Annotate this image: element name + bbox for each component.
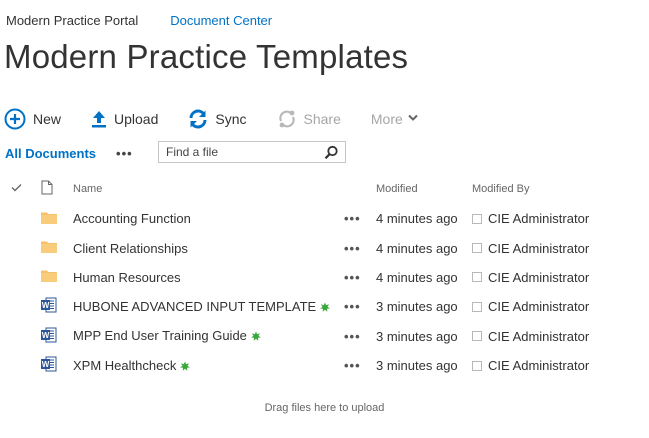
new-button[interactable]: New	[4, 108, 61, 130]
site-link[interactable]: Modern Practice Portal	[6, 13, 138, 28]
file-name-link[interactable]: Human Resources	[73, 270, 181, 285]
row-name-cell: HUBONE ADVANCED INPUT TEMPLATE	[73, 299, 331, 315]
view-bar: All Documents •••	[5, 141, 346, 163]
presence-icon	[472, 272, 482, 283]
breadcrumb: Modern Practice Portal Document Center	[6, 13, 272, 28]
search-box	[158, 141, 346, 163]
row-more-button[interactable]: •••	[344, 211, 361, 226]
row-modified-by-cell: CIE Administrator	[472, 299, 589, 314]
folder-icon	[41, 240, 57, 256]
list-rows: Accounting Function ••• 4 minutes ago CIE A…	[0, 204, 649, 380]
view-options-button[interactable]: •••	[116, 146, 133, 161]
svg-text:W: W	[42, 360, 50, 369]
word-document-icon: W	[41, 356, 57, 375]
file-name-link[interactable]: Client Relationships	[73, 241, 188, 256]
sync-label: Sync	[215, 111, 247, 127]
word-document-icon: W	[41, 327, 57, 346]
row-name-cell: Human Resources	[73, 270, 181, 285]
row-more-button[interactable]: •••	[344, 358, 361, 373]
row-modified: 4 minutes ago	[376, 211, 458, 227]
presence-icon	[472, 301, 482, 312]
svg-text:W: W	[42, 301, 50, 310]
row-name-cell: Client Relationships	[73, 241, 188, 256]
new-item-icon	[250, 329, 261, 344]
more-button[interactable]: More	[371, 111, 418, 127]
file-name-link[interactable]: Accounting Function	[73, 211, 191, 226]
presence-icon	[472, 331, 482, 342]
upload-icon	[91, 109, 107, 129]
row-modified: 3 minutes ago	[376, 358, 458, 374]
sync-button[interactable]: Sync	[188, 109, 247, 129]
table-row[interactable]: W XPM Healthcheck ••• 3 minutes ago CIE Admi…	[0, 351, 649, 380]
folder-icon	[41, 269, 57, 285]
row-modified-by[interactable]: CIE Administrator	[488, 329, 589, 344]
row-modified-by[interactable]: CIE Administrator	[488, 241, 589, 256]
more-label: More	[370, 111, 403, 127]
row-more-button[interactable]: •••	[344, 329, 361, 344]
file-name-link[interactable]: MPP End User Training Guide	[73, 328, 247, 343]
file-type-header-icon[interactable]	[41, 180, 53, 198]
file-name-link[interactable]: HUBONE ADVANCED INPUT TEMPLATE	[73, 299, 316, 314]
row-modified-by-cell: CIE Administrator	[472, 270, 589, 285]
row-modified-by[interactable]: CIE Administrator	[488, 270, 589, 285]
row-modified-by[interactable]: CIE Administrator	[488, 299, 589, 314]
sync-icon	[188, 109, 208, 129]
row-name-cell: Accounting Function	[73, 211, 191, 226]
presence-icon	[472, 213, 482, 224]
table-row[interactable]: Client Relationships ••• 4 minutes ago CIE …	[0, 233, 649, 262]
upload-button[interactable]: Upload	[91, 109, 158, 129]
presence-icon	[472, 360, 482, 371]
page-title: Modern Practice Templates	[4, 38, 409, 75]
plus-circle-icon	[4, 108, 26, 130]
row-modified-by-cell: CIE Administrator	[472, 358, 589, 373]
command-bar: New Upload Sync Share More	[4, 106, 448, 132]
search-icon[interactable]	[324, 145, 339, 163]
column-header-name[interactable]: Name	[73, 183, 102, 195]
row-modified: 4 minutes ago	[376, 240, 458, 256]
select-all-checkmark-icon[interactable]	[11, 183, 22, 195]
drop-zone-hint: Drag files here to upload	[264, 402, 385, 414]
file-name-link[interactable]: XPM Healthcheck	[73, 358, 176, 373]
upload-label: Upload	[114, 111, 159, 127]
share-label: Share	[303, 111, 341, 127]
view-selector-all-documents[interactable]: All Documents	[5, 146, 96, 161]
row-modified-by-cell: CIE Administrator	[472, 241, 589, 256]
row-modified-by[interactable]: CIE Administrator	[488, 211, 589, 226]
row-name-cell: XPM Healthcheck	[73, 358, 191, 374]
table-row[interactable]: W HUBONE ADVANCED INPUT TEMPLATE ••• 3 minu…	[0, 292, 649, 321]
row-more-button[interactable]: •••	[344, 270, 361, 285]
column-header-modified[interactable]: Modified	[376, 183, 418, 195]
row-more-button[interactable]: •••	[344, 299, 361, 314]
new-item-icon	[320, 300, 331, 315]
folder-icon	[41, 211, 57, 227]
presence-icon	[472, 243, 482, 254]
column-header-modified-by[interactable]: Modified By	[472, 183, 529, 195]
search-input[interactable]	[166, 145, 316, 159]
row-name-cell: MPP End User Training Guide	[73, 328, 261, 344]
row-modified-by-cell: CIE Administrator	[472, 211, 589, 226]
list-header: Name Modified Modified By	[0, 178, 649, 200]
chevron-down-icon	[408, 113, 418, 125]
share-icon	[277, 109, 297, 129]
row-modified: 4 minutes ago	[376, 269, 458, 285]
document-list: Name Modified Modified By Accounting Fun…	[0, 178, 649, 380]
new-label: New	[33, 111, 62, 127]
current-site-link[interactable]: Document Center	[170, 13, 272, 28]
row-modified: 3 minutes ago	[376, 328, 458, 344]
row-modified-by-cell: CIE Administrator	[472, 329, 589, 344]
table-row[interactable]: Human Resources ••• 4 minutes ago CIE Admin…	[0, 263, 649, 292]
row-modified-by[interactable]: CIE Administrator	[488, 358, 589, 373]
row-more-button[interactable]: •••	[344, 241, 361, 256]
share-button[interactable]: Share	[277, 109, 341, 129]
new-item-icon	[180, 359, 191, 374]
row-modified: 3 minutes ago	[376, 299, 458, 315]
word-document-icon: W	[41, 297, 57, 316]
table-row[interactable]: Accounting Function ••• 4 minutes ago CIE A…	[0, 204, 649, 233]
table-row[interactable]: W MPP End User Training Guide ••• 3 minutes…	[0, 322, 649, 351]
svg-text:W: W	[42, 331, 50, 340]
